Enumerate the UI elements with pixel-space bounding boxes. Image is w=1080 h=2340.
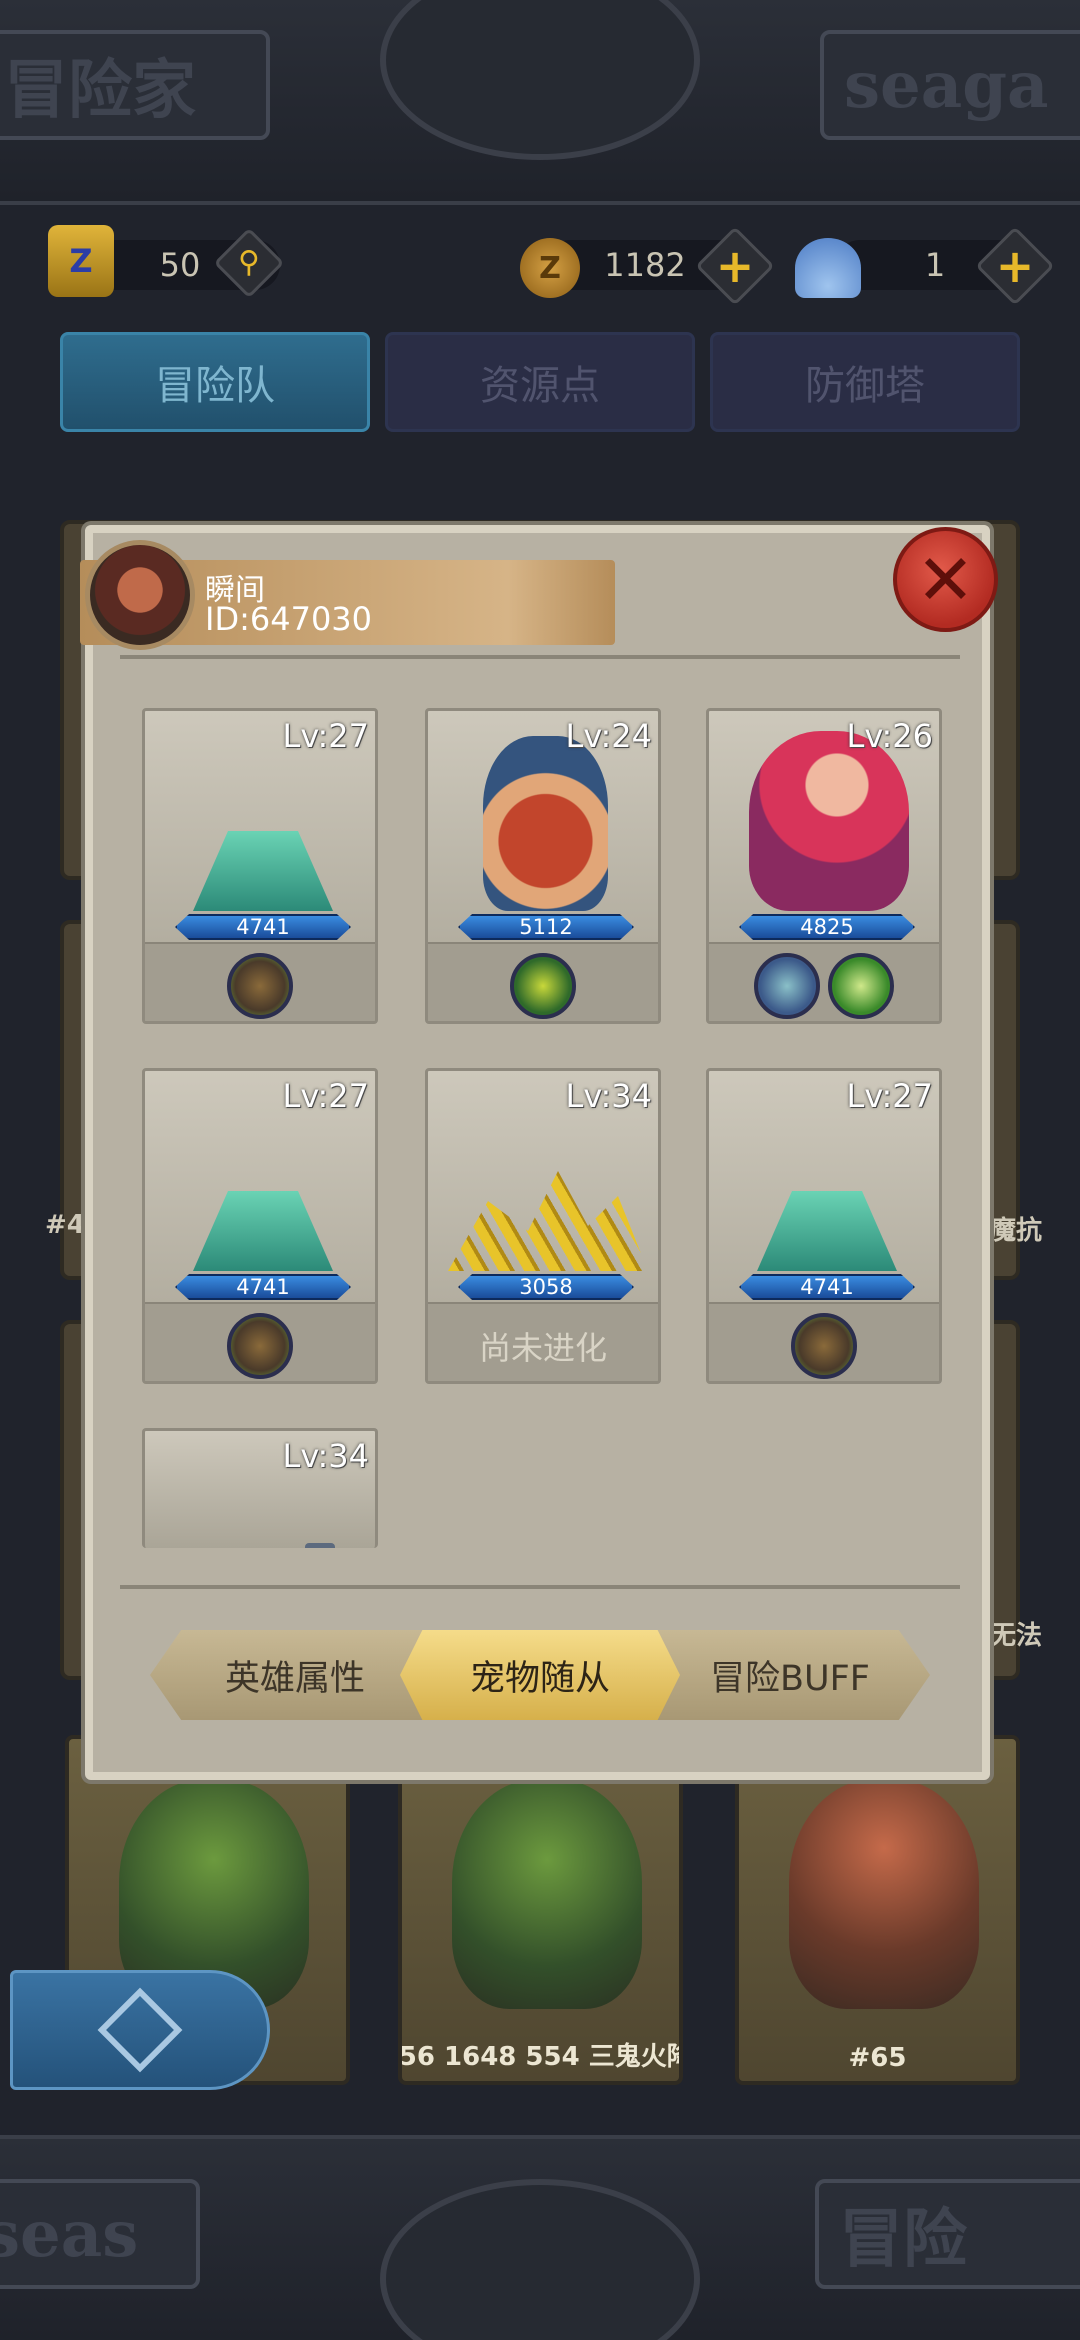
pet-level: Lv:27	[282, 717, 369, 755]
pet-power-bar: 4741	[175, 1274, 351, 1300]
pet-level: Lv:26	[846, 717, 933, 755]
hero-figure	[789, 1779, 979, 2009]
search-icon: ⚲	[238, 245, 260, 280]
pet-figure	[757, 1191, 897, 1271]
pet-skill-row	[145, 942, 375, 1021]
top-banner: 冒险家 seaga	[0, 0, 1080, 205]
pet-power-bar: 5112	[458, 914, 634, 940]
banner-right-plate: 冒险	[815, 2179, 1080, 2289]
boot-skill-icon[interactable]	[791, 1312, 857, 1379]
pet-skill-row: 尚未进化	[428, 1302, 658, 1381]
amulet-skill-icon[interactable]	[510, 952, 576, 1019]
bg-side-text: 无法	[990, 1621, 1043, 1651]
pet-figure	[749, 731, 909, 911]
divider	[120, 655, 960, 659]
pet-figure	[483, 736, 608, 911]
plus-icon: +	[715, 239, 755, 293]
pet-figure	[193, 1191, 333, 1271]
pet-status: 尚未进化	[478, 1328, 607, 1367]
pet-power-bar: 3058	[458, 1274, 634, 1300]
tab-defense-tower[interactable]: 防御塔	[710, 332, 1020, 432]
pet-card[interactable]: Lv:24 5112	[425, 708, 661, 1024]
pet-card[interactable]: Lv:26 4825	[706, 708, 942, 1024]
banner-right-plate: seaga	[820, 30, 1080, 140]
pet-card[interactable]: Lv:27 4741	[142, 708, 378, 1024]
pet-card[interactable]: Lv:27 4741	[142, 1068, 378, 1384]
pet-power-bar: 4825	[739, 914, 915, 940]
bg-side-text: #4	[45, 1210, 85, 1240]
banner-left-plate: 冒险家	[0, 30, 270, 140]
divider	[120, 1585, 960, 1589]
boot-skill-icon[interactable]	[227, 952, 293, 1019]
shield-skill-icon[interactable]	[754, 952, 820, 1019]
pet-level: Lv:34	[282, 1437, 369, 1475]
pet-skill-row	[428, 942, 658, 1021]
coin-icon: Z	[520, 238, 580, 298]
banner-left-plate: seas	[0, 2179, 200, 2289]
banner-emblem	[380, 0, 700, 160]
hero-card[interactable]: #56 1648 554 三鬼火降智	[398, 1735, 683, 2085]
back-icon	[97, 1987, 183, 2073]
tab-adventure-buff[interactable]: 冒险BUFF	[680, 1630, 900, 1720]
pet-power-bar: 4741	[175, 914, 351, 940]
hero-card[interactable]: #65	[735, 1735, 1020, 2085]
bottom-banner: seas 冒险	[0, 2135, 1080, 2340]
add-coin-button[interactable]: +	[695, 226, 775, 306]
back-button[interactable]	[10, 1970, 270, 2090]
bg-side-text: 魔抗	[990, 1216, 1043, 1246]
tab-pet-followers[interactable]: 宠物随从	[400, 1630, 680, 1720]
token-icon: Z	[48, 225, 114, 297]
close-button[interactable]: ✕	[893, 527, 998, 632]
pet-figure	[448, 1171, 648, 1271]
pet-figure	[193, 831, 333, 911]
hero-figure	[452, 1779, 642, 2009]
tab-resource-point[interactable]: 资源点	[385, 332, 695, 432]
sparkle-skill-icon[interactable]	[828, 952, 894, 1019]
banner-emblem	[380, 2179, 700, 2340]
pet-level: Lv:24	[565, 717, 652, 755]
pet-card[interactable]: Lv:34	[142, 1428, 378, 1548]
pet-level: Lv:27	[282, 1077, 369, 1115]
pet-card[interactable]: Lv:27 4741	[706, 1068, 942, 1384]
pet-skill-row	[709, 942, 939, 1021]
pet-card[interactable]: Lv:34 3058 尚未进化	[425, 1068, 661, 1384]
hero-card-label: #65	[848, 2043, 907, 2073]
pet-skill-row	[145, 1302, 375, 1381]
pet-skill-row	[709, 1302, 939, 1381]
hero-card-label: #56 1648 554 三鬼火降智	[398, 2042, 679, 2072]
pet-figure	[305, 1543, 335, 1548]
player-id: ID:647030	[205, 600, 373, 638]
tab-adventure-team[interactable]: 冒险队	[60, 332, 370, 432]
shell-icon	[795, 238, 861, 298]
tab-hero-attributes[interactable]: 英雄属性	[190, 1630, 400, 1720]
pet-level: Lv:34	[565, 1077, 652, 1115]
pet-level: Lv:27	[846, 1077, 933, 1115]
add-shell-button[interactable]: +	[975, 226, 1055, 306]
pet-power-bar: 4741	[739, 1274, 915, 1300]
boot-skill-icon[interactable]	[227, 1312, 293, 1379]
close-icon: ✕	[916, 538, 975, 621]
player-avatar	[85, 540, 195, 650]
plus-icon: +	[995, 239, 1035, 293]
